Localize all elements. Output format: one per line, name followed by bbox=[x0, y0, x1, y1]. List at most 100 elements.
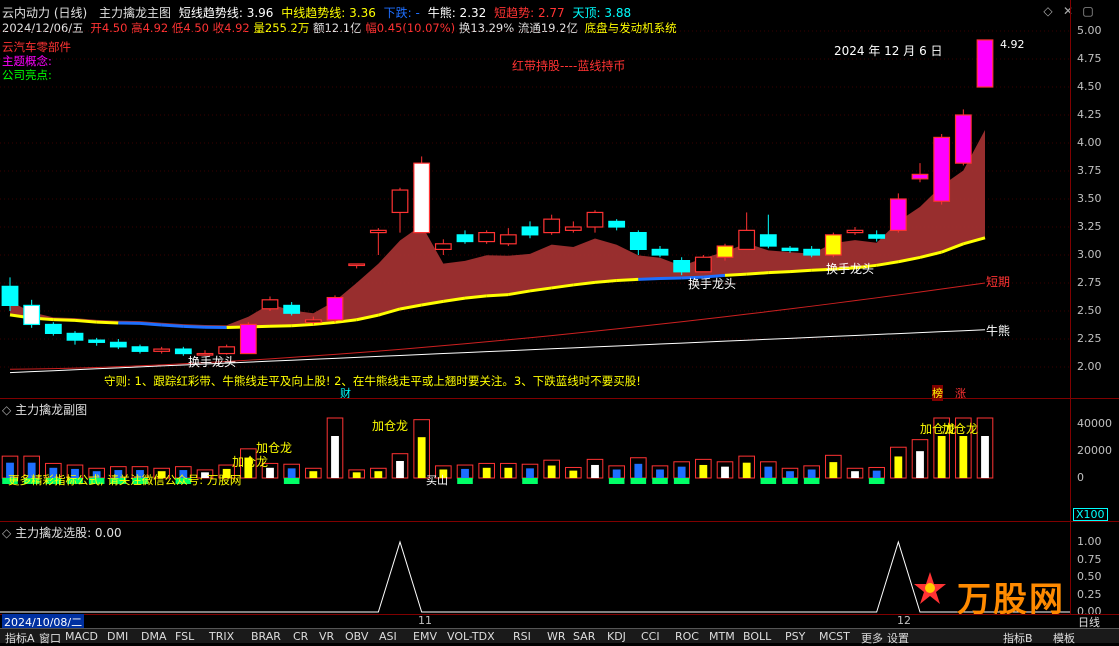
candle-body bbox=[587, 212, 603, 227]
sub-scale[interactable]: 40000200000 bbox=[1070, 399, 1119, 521]
candle-body bbox=[67, 333, 83, 340]
select-tick: 1.00 bbox=[1077, 535, 1102, 548]
trend-line-segment bbox=[747, 273, 769, 275]
trend-line-segment bbox=[53, 320, 75, 321]
price-tick: 2.75 bbox=[1077, 276, 1102, 289]
candle-body bbox=[566, 227, 582, 230]
buy-marker: 买山 bbox=[426, 472, 448, 488]
candle-body bbox=[717, 246, 733, 257]
tab-5[interactable]: FSL bbox=[172, 630, 197, 643]
sub-chart-pane[interactable] bbox=[0, 399, 1070, 521]
candle-body bbox=[912, 174, 928, 178]
volume-bar bbox=[851, 471, 859, 478]
tab-12[interactable]: EMV bbox=[410, 630, 440, 643]
tab-20[interactable]: MTM bbox=[706, 630, 738, 643]
tab-23[interactable]: MCST bbox=[816, 630, 853, 643]
trend-line-segment bbox=[183, 326, 205, 327]
tab-6[interactable]: TRIX bbox=[206, 630, 237, 643]
candle-body bbox=[327, 298, 343, 320]
tab-10[interactable]: OBV bbox=[342, 630, 371, 643]
volume-bar bbox=[656, 469, 664, 478]
annotation-1: 换手龙头 bbox=[188, 353, 236, 370]
tab-9[interactable]: VR bbox=[316, 630, 337, 643]
select-tick: 0.50 bbox=[1077, 570, 1102, 583]
tab-15[interactable]: WR bbox=[544, 630, 569, 643]
price-scale[interactable]: 5.004.754.504.254.003.753.503.253.002.75… bbox=[1070, 0, 1119, 398]
volume-neg bbox=[674, 478, 690, 484]
volume-bar bbox=[634, 464, 642, 478]
select-scale[interactable]: 1.000.750.500.250.00 bbox=[1070, 522, 1119, 614]
tab-3[interactable]: DMI bbox=[104, 630, 131, 643]
candle-body bbox=[977, 40, 993, 87]
volume-bar bbox=[764, 467, 772, 478]
candle-body bbox=[479, 233, 495, 242]
volume-neg bbox=[631, 478, 647, 484]
candle-body bbox=[652, 249, 668, 255]
trend-line-segment bbox=[292, 324, 314, 325]
indicator-tab-bar: 指标A窗口MACDDMI DMAFSL TRIX BRAR CR VR OBV ASI EMV V… bbox=[0, 628, 1119, 643]
tab-1[interactable]: 窗口 bbox=[36, 630, 64, 646]
candle-body bbox=[501, 235, 517, 244]
volume-neg bbox=[457, 478, 473, 484]
candle-body bbox=[392, 190, 408, 212]
trend-line-segment bbox=[140, 323, 162, 325]
candle-body bbox=[782, 248, 798, 250]
tab-21[interactable]: BOLL bbox=[740, 630, 774, 643]
tab-17[interactable]: KDJ bbox=[604, 630, 629, 643]
candle-body bbox=[631, 233, 647, 250]
tab-7[interactable]: BRAR bbox=[248, 630, 284, 643]
volume-neg bbox=[761, 478, 777, 484]
tab-16[interactable]: SAR bbox=[570, 630, 598, 643]
volume-bar bbox=[894, 456, 902, 478]
tab-4[interactable]: DMA bbox=[138, 630, 170, 643]
logo-mascot-icon bbox=[908, 566, 952, 610]
volume-bar bbox=[548, 466, 556, 478]
candle-body bbox=[414, 163, 430, 232]
volume-bar bbox=[591, 465, 599, 478]
tab-22[interactable]: PSY bbox=[782, 630, 808, 643]
candle-body bbox=[674, 261, 690, 272]
tab-11[interactable]: ASI bbox=[376, 630, 400, 643]
tab-25[interactable]: 设置 bbox=[884, 630, 912, 646]
candle-body bbox=[804, 249, 820, 255]
volume-bar bbox=[504, 468, 512, 478]
volume-bar bbox=[288, 468, 296, 478]
annotation-2: 换手龙头 bbox=[688, 275, 736, 292]
candle-body bbox=[847, 230, 863, 232]
volume-bar bbox=[461, 469, 469, 478]
volume-neg bbox=[804, 478, 820, 484]
tab-19[interactable]: ROC bbox=[672, 630, 702, 643]
candle-body bbox=[46, 324, 62, 333]
tab-13[interactable]: VOL-TDX bbox=[444, 630, 498, 643]
candle-body bbox=[891, 199, 907, 230]
tab-14[interactable]: RSI bbox=[510, 630, 534, 643]
candle-body bbox=[739, 230, 755, 249]
candle-body bbox=[869, 235, 885, 238]
add-label-3: 加仓龙 bbox=[232, 453, 268, 470]
tab-right-0[interactable]: 指标B bbox=[1000, 630, 1036, 646]
trend-line-segment bbox=[638, 278, 660, 279]
volume-bar bbox=[526, 468, 534, 478]
trend-line-segment bbox=[75, 320, 97, 322]
volume-bar bbox=[786, 471, 794, 478]
volume-bar bbox=[613, 469, 621, 478]
candle-body bbox=[371, 230, 387, 232]
candle-body bbox=[956, 115, 972, 163]
volume-tick: 20000 bbox=[1077, 444, 1112, 457]
volume-bar bbox=[309, 471, 317, 478]
tab-18[interactable]: CCI bbox=[638, 630, 663, 643]
tab-right-1[interactable]: 模板 bbox=[1050, 630, 1078, 646]
tab-24[interactable]: 更多 bbox=[858, 630, 886, 646]
add-label-5: 加仓龙 bbox=[942, 420, 978, 437]
tab-0[interactable]: 指标A bbox=[2, 630, 38, 646]
candle-body bbox=[111, 342, 127, 346]
tab-8[interactable]: CR bbox=[290, 630, 311, 643]
candle-body bbox=[2, 286, 18, 305]
notice-text: 更多精彩指标公式, 请关注微信公众号: 万股网 bbox=[8, 472, 241, 488]
volume-bar bbox=[678, 467, 686, 478]
volume-bar bbox=[331, 436, 339, 478]
volume-bar bbox=[353, 472, 361, 478]
tab-2[interactable]: MACD bbox=[62, 630, 101, 643]
bull-bear-label: 牛熊 bbox=[986, 322, 1010, 339]
candle-body bbox=[609, 221, 625, 227]
